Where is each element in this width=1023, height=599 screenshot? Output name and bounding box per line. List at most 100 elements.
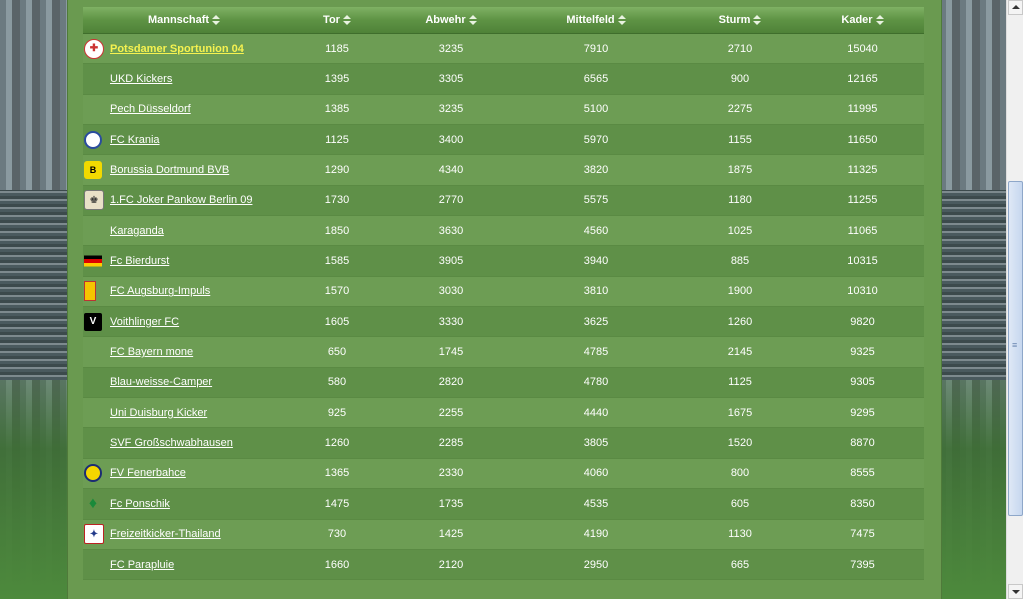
team-link[interactable]: Voithlinger FC: [110, 316, 179, 328]
vertical-scrollbar[interactable]: [1006, 0, 1023, 599]
mittelfeld-cell: 3810: [513, 276, 679, 308]
team-link[interactable]: Fc Ponschik: [110, 498, 170, 510]
sort-icon[interactable]: [342, 15, 351, 26]
abwehr-cell: 2770: [389, 185, 513, 217]
column-label: Mittelfeld: [566, 14, 615, 26]
tor-cell: 1605: [285, 306, 389, 338]
tor-cell: 1260: [285, 427, 389, 459]
sturm-cell: 1025: [679, 215, 801, 247]
sturm-cell: 1520: [679, 427, 801, 459]
team-cell: ✚ Potsdamer Sportunion 04: [83, 33, 285, 65]
column-header-kader[interactable]: Kader: [801, 7, 924, 34]
kader-cell: 9305: [801, 367, 924, 399]
column-header-tor[interactable]: Tor: [285, 7, 389, 34]
team-cell: ✦ Freizeitkicker-Thailand: [83, 519, 285, 550]
abwehr-cell: 3305: [389, 63, 513, 95]
sturm-cell: 1875: [679, 154, 801, 186]
kader-cell: 11650: [801, 124, 924, 156]
kader-cell: 9820: [801, 306, 924, 338]
kader-cell: 10310: [801, 276, 924, 308]
team-link[interactable]: FV Fenerbahce: [110, 467, 186, 479]
tor-cell: 1125: [285, 124, 389, 156]
team-link[interactable]: Freizeitkicker-Thailand: [110, 528, 221, 540]
team-link[interactable]: Borussia Dortmund BVB: [110, 164, 229, 176]
team-link[interactable]: FC Augsburg-Impuls: [110, 285, 210, 297]
kader-cell: 7475: [801, 519, 924, 550]
kader-cell: 9295: [801, 397, 924, 429]
mittelfeld-cell: 3625: [513, 306, 679, 338]
abwehr-cell: 1425: [389, 519, 513, 550]
team-link[interactable]: 1.FC Joker Pankow Berlin 09: [110, 194, 252, 206]
column-label: Sturm: [718, 14, 751, 26]
tor-cell: 1660: [285, 549, 389, 581]
sort-icon[interactable]: [753, 15, 762, 26]
potsdam-crest-icon: ✚: [84, 38, 104, 59]
sturm-cell: 665: [679, 549, 801, 581]
scrollbar-thumb[interactable]: [1008, 181, 1023, 516]
abwehr-cell: 2120: [389, 549, 513, 581]
abwehr-cell: 4340: [389, 154, 513, 186]
kader-cell: 8555: [801, 458, 924, 490]
team-link[interactable]: Uni Duisburg Kicker: [110, 407, 207, 419]
freizeit-crest-icon: ✦: [84, 524, 104, 545]
team-cell: V Voithlinger FC: [83, 306, 285, 338]
scroll-up-button[interactable]: [1008, 0, 1023, 15]
column-label: Abwehr: [425, 14, 466, 26]
team-link[interactable]: FC Parapluie: [110, 559, 174, 571]
sturm-cell: 1130: [679, 519, 801, 550]
team-cell: UKD Kickers: [83, 63, 285, 95]
kader-cell: 11065: [801, 215, 924, 247]
table-row: FC Krania 1125 3400 5970 1155 11650: [83, 124, 924, 156]
table-row: FC Parapluie 1660 2120 2950 665 7395: [83, 549, 924, 581]
column-header-abwehr[interactable]: Abwehr: [389, 7, 513, 34]
column-header-mannschaft[interactable]: Mannschaft: [83, 7, 285, 34]
sort-icon[interactable]: [617, 15, 626, 26]
team-cell: FC Parapluie: [83, 549, 285, 581]
team-link[interactable]: UKD Kickers: [110, 73, 172, 85]
table-row: Pech Düsseldorf 1385 3235 5100 2275 11995: [83, 94, 924, 126]
column-header-sturm[interactable]: Sturm: [679, 7, 801, 34]
team-link[interactable]: FC Bayern mone: [110, 346, 193, 358]
sort-icon[interactable]: [875, 15, 884, 26]
sort-icon[interactable]: [212, 15, 221, 26]
abwehr-cell: 2255: [389, 397, 513, 429]
table-row: FC Bayern mone 650 1745 4785 2145 9325: [83, 336, 924, 368]
table-row: FC Augsburg-Impuls 1570 3030 3810 1900 10310: [83, 276, 924, 308]
team-link[interactable]: Fc Bierdurst: [110, 255, 169, 267]
kader-cell: 8350: [801, 488, 924, 520]
sort-icon[interactable]: [468, 15, 477, 26]
table-row: Blau-weisse-Camper 580 2820 4780 1125 9305: [83, 367, 924, 399]
team-link[interactable]: Pech Düsseldorf: [110, 103, 191, 115]
table-row: ♦ Fc Ponschik 1475 1735 4535 605 8350: [83, 488, 924, 520]
column-label: Tor: [323, 14, 340, 26]
team-link[interactable]: Blau-weisse-Camper: [110, 376, 212, 388]
tor-cell: 1850: [285, 215, 389, 247]
abwehr-cell: 3235: [389, 94, 513, 126]
tor-cell: 580: [285, 367, 389, 399]
column-header-mittelfeld[interactable]: Mittelfeld: [513, 7, 679, 34]
team-cell: Pech Düsseldorf: [83, 94, 285, 126]
team-link[interactable]: FC Krania: [110, 134, 160, 146]
team-link[interactable]: Potsdamer Sportunion 04: [110, 43, 244, 55]
tor-cell: 925: [285, 397, 389, 429]
mittelfeld-cell: 2950: [513, 549, 679, 581]
team-cell: B Borussia Dortmund BVB: [83, 154, 285, 186]
abwehr-cell: 1735: [389, 488, 513, 520]
kader-cell: 11255: [801, 185, 924, 217]
mittelfeld-cell: 4560: [513, 215, 679, 247]
kader-cell: 7395: [801, 549, 924, 581]
team-cell: ♚ 1.FC Joker Pankow Berlin 09: [83, 185, 285, 217]
tor-cell: 1475: [285, 488, 389, 520]
team-link[interactable]: SVF Großschwabhausen: [110, 437, 233, 449]
team-link[interactable]: Karaganda: [110, 225, 164, 237]
ranking-panel: Mannschaft Tor Abwehr Mittelfeld Sturm K…: [67, 0, 942, 599]
kader-cell: 11995: [801, 94, 924, 126]
sturm-cell: 2710: [679, 33, 801, 65]
tor-cell: 1730: [285, 185, 389, 217]
abwehr-cell: 3030: [389, 276, 513, 308]
scroll-down-button[interactable]: [1008, 584, 1023, 599]
kader-cell: 10315: [801, 245, 924, 277]
mittelfeld-cell: 3940: [513, 245, 679, 277]
mittelfeld-cell: 4780: [513, 367, 679, 399]
abwehr-cell: 3330: [389, 306, 513, 338]
